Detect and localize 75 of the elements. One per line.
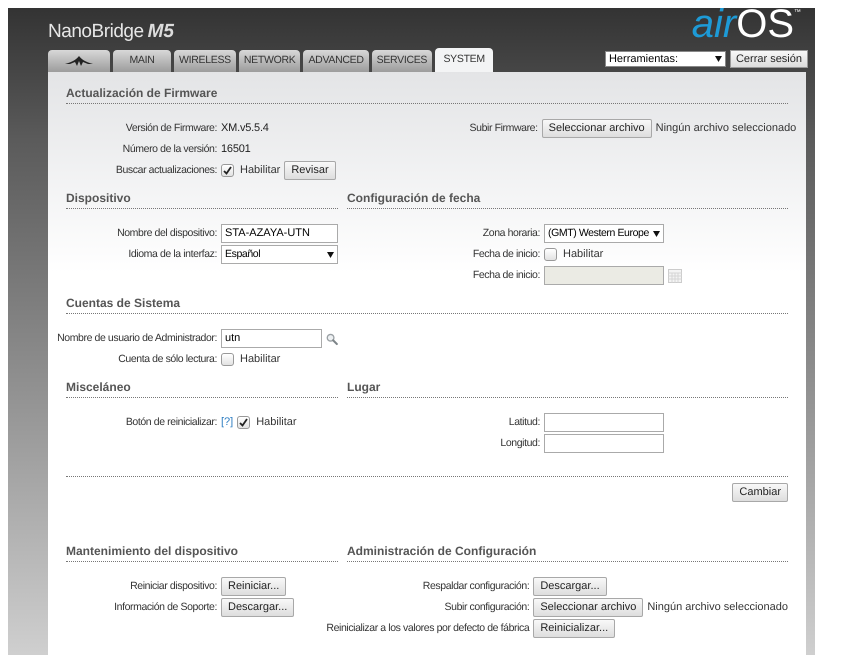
field-label: Botón de reinicializar: [126, 414, 217, 430]
field-label: Cuenta de sólo lectura: [118, 352, 217, 367]
brand-logo-os: OS [736, 4, 794, 44]
field-value: XM.v5.5.4 [221, 121, 269, 136]
field-label: Longitud: [500, 436, 540, 451]
option-label: Habilitar [256, 415, 297, 430]
input-field[interactable]: utn [221, 329, 322, 348]
section-heading: Misceláneo [66, 378, 338, 398]
field-label: Fecha de inicio: [472, 268, 540, 283]
model-name: M5 [148, 20, 174, 44]
logout-button[interactable]: Cerrar sesión [730, 50, 808, 68]
brand-logo-air: air [692, 4, 736, 44]
option-label: Habilitar [240, 352, 280, 368]
field-value: 16501 [221, 142, 251, 158]
button[interactable]: Descargar... [221, 598, 294, 617]
field-label: Información de Soporte: [114, 600, 217, 615]
section-heading: Configuración de fecha [347, 189, 788, 209]
field-label: Nombre del dispositivo: [117, 226, 217, 241]
nav-tab[interactable]: MAIN [113, 50, 171, 72]
section-heading: Mantenimiento del dispositivo [66, 542, 338, 562]
option-label: Habilitar [563, 247, 604, 262]
checkbox[interactable] [221, 353, 234, 366]
field-label: Subir Firmware: [470, 120, 538, 136]
nav-tab[interactable]: WIRELESS [174, 50, 236, 72]
field-label: Versión de Firmware: [126, 120, 217, 136]
input-field[interactable] [544, 434, 664, 453]
field-label: Subir configuración: [444, 600, 530, 615]
field-label: Nombre de usuario de Administrador: [57, 330, 217, 346]
field-label: Zona horaria: [482, 226, 540, 241]
caret-icon [327, 252, 334, 258]
checkbox[interactable] [544, 248, 557, 261]
check-icon [223, 166, 232, 175]
button[interactable]: Reinicializar... [533, 619, 616, 638]
dropdown[interactable]: (GMT) Western Europe [544, 224, 664, 243]
field-label: Idioma de la interfaz: [128, 246, 217, 262]
section-heading: Lugar [347, 378, 788, 398]
nav-tab[interactable]: ADVANCED [303, 50, 369, 72]
section-heading: Cuentas de Sistema [66, 294, 788, 314]
nav-tab[interactable]: SERVICES [372, 50, 432, 72]
field-label: Latitud: [508, 414, 540, 430]
check-icon [239, 418, 248, 427]
button[interactable]: Seleccionar archivo [533, 598, 644, 617]
input-field[interactable]: STA-AZAYA-UTN [221, 224, 338, 243]
section-heading: Actualización de Firmware [66, 84, 788, 104]
input-field[interactable] [544, 413, 664, 432]
button[interactable]: Seleccionar archivo [542, 119, 652, 138]
field-label: Buscar actualizaciones: [116, 162, 217, 178]
nav-tab[interactable]: NETWORK [238, 50, 300, 72]
checkbox[interactable] [221, 164, 234, 177]
caret-icon [653, 230, 660, 236]
field-label: Reinicializar a los valores por defecto de fábrica [326, 620, 530, 636]
search-icon [326, 332, 338, 346]
logo-icon [64, 55, 94, 67]
dropdown[interactable]: Español [221, 245, 338, 264]
help-link[interactable]: [?] [221, 414, 234, 431]
checkbox[interactable] [237, 416, 250, 429]
file-status: Ningún archivo seleccionado [656, 121, 796, 136]
button[interactable]: Revisar [284, 161, 336, 180]
section-heading: Administración de Configuración [347, 542, 788, 562]
button[interactable]: Reiniciar... [221, 577, 286, 596]
nav-tab[interactable]: SYSTEM [435, 48, 494, 72]
calendar-icon [668, 268, 682, 282]
field-label: Fecha de inicio: [472, 246, 540, 262]
field-label: Número de la versión: [122, 142, 217, 157]
option-label: Habilitar [240, 163, 280, 178]
button[interactable]: Cambiar [732, 483, 788, 502]
field-label: Reiniciar dispositivo: [130, 578, 217, 594]
field-label: Respaldar configuración: [422, 578, 530, 594]
logo-tab[interactable] [48, 50, 110, 72]
caret-icon [714, 56, 722, 62]
product-name: NanoBridge [48, 20, 144, 44]
file-status: Ningún archivo seleccionado [647, 600, 788, 616]
button[interactable]: Descargar... [533, 577, 607, 596]
section-heading: Dispositivo [66, 189, 338, 209]
tools-dropdown[interactable]: Herramientas: [604, 51, 726, 67]
